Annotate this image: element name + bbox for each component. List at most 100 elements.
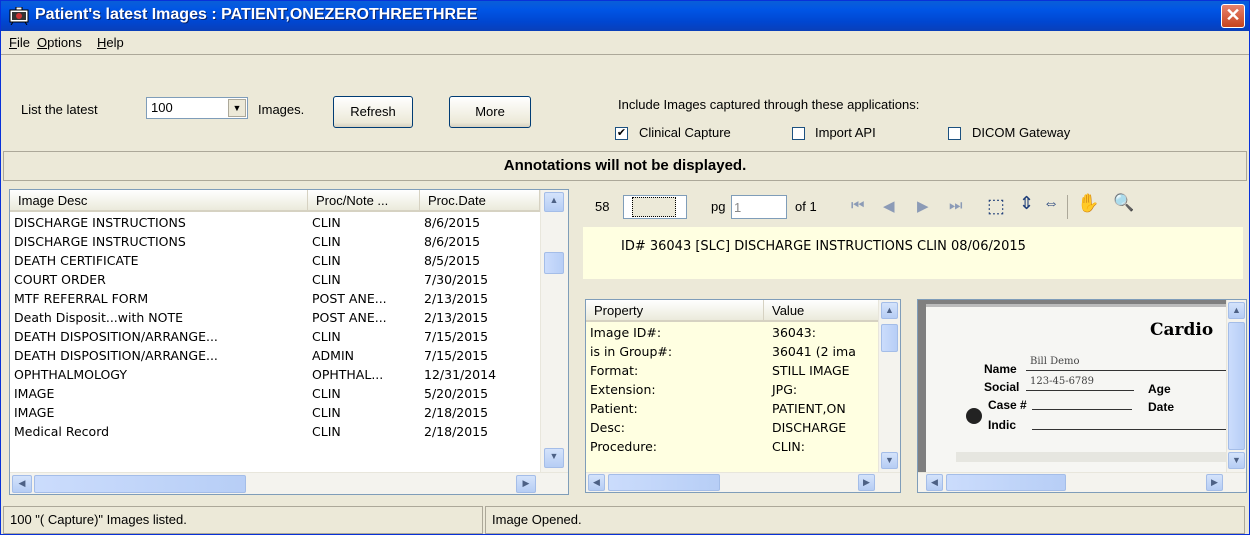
fit-width-icon[interactable]: ⇔ [1043, 195, 1059, 213]
scroll-thumb-horizontal[interactable] [608, 474, 720, 491]
scroll-left-icon[interactable]: ◀ [12, 475, 32, 493]
property-vertical-scrollbar[interactable]: ▲ ▼ [878, 300, 900, 472]
fit-height-icon[interactable]: ⇕ [1019, 193, 1034, 214]
fit-to-window-icon[interactable]: ⬚ [987, 195, 1005, 218]
image-count-dropdown[interactable]: 100 ▼ [146, 97, 248, 119]
previous-page-icon[interactable]: ◀ [883, 197, 895, 215]
table-row[interactable]: IMAGE CLIN 2/18/2015 [10, 404, 540, 423]
close-button[interactable]: ✕ [1221, 4, 1245, 28]
cell-proc-note: OPHTHAL... [312, 367, 384, 382]
column-header-proc-date[interactable]: Proc.Date [420, 190, 540, 212]
table-row[interactable]: DEATH DISPOSITION/ARRANGE... CLIN 7/15/201… [10, 328, 540, 347]
scroll-up-icon[interactable]: ▲ [544, 192, 564, 212]
window: Patient's latest Images : PATIENT,ONEZER… [0, 0, 1250, 535]
property-row[interactable]: Procedure: CLIN: [586, 438, 876, 457]
scroll-right-icon[interactable]: ▶ [858, 474, 875, 491]
property-row[interactable]: is in Group#: 36041 (2 ima [586, 343, 876, 362]
thumbnail-slider[interactable] [623, 195, 687, 219]
property-row[interactable]: Desc: DISCHARGE [586, 419, 876, 438]
last-page-icon[interactable]: ⏭ [949, 197, 963, 214]
clinical-capture-checkbox[interactable]: ✔ [615, 127, 628, 140]
page-input[interactable]: 1 [731, 195, 787, 219]
scroll-up-icon[interactable]: ▲ [1228, 302, 1245, 319]
image-preview[interactable]: Cardio Name Bill Demo Social 123-45-6789… [917, 299, 1247, 493]
viewer-toolbar: 58 pg 1 of 1 ⏮ ◀ ▶ ⏭ ⬚ ⇕ ⇔ ✋ 🔍 [583, 189, 1243, 227]
table-row[interactable]: IMAGE CLIN 5/20/2015 [10, 385, 540, 404]
preview-vertical-scrollbar[interactable]: ▲ ▼ [1226, 300, 1246, 472]
scroll-thumb[interactable] [1228, 322, 1245, 450]
first-page-icon[interactable]: ⏮ [851, 197, 865, 214]
column-header-value[interactable]: Value [764, 300, 882, 322]
table-row[interactable]: DISCHARGE INSTRUCTIONS CLIN 8/6/2015 [10, 214, 540, 233]
doc-social-label: Social [984, 380, 1020, 394]
next-page-icon[interactable]: ▶ [917, 197, 929, 215]
magnifier-icon[interactable]: 🔍 [1113, 193, 1134, 213]
toolbar-divider [1067, 195, 1068, 219]
scroll-down-icon[interactable]: ▼ [544, 448, 564, 468]
list-vertical-scrollbar[interactable]: ▲ ▼ [540, 190, 568, 472]
status-image-opened: Image Opened. [485, 506, 1245, 534]
property-horizontal-scrollbar[interactable]: ◀ ▶ [586, 472, 900, 492]
cell-property: Format: [590, 363, 639, 378]
dropdown-arrow-icon[interactable]: ▼ [228, 99, 246, 117]
menu-options[interactable]: Options [37, 35, 82, 50]
cell-image-desc: Medical Record [14, 424, 110, 439]
cell-proc-date: 2/18/2015 [424, 405, 489, 420]
preview-horizontal-scrollbar[interactable]: ◀ ▶ [918, 472, 1246, 492]
property-row[interactable]: Patient: PATIENT,ON [586, 400, 876, 419]
scroll-thumb[interactable] [544, 252, 564, 274]
table-row[interactable]: DISCHARGE INSTRUCTIONS CLIN 8/6/2015 [10, 233, 540, 252]
property-row[interactable]: Extension: JPG: [586, 381, 876, 400]
scroll-right-icon[interactable]: ▶ [1206, 474, 1223, 491]
import-api-checkbox[interactable] [792, 127, 805, 140]
menu-file[interactable]: File [9, 35, 30, 50]
cell-image-desc: OPHTHALMOLOGY [14, 367, 128, 382]
scroll-down-icon[interactable]: ▼ [1228, 452, 1245, 469]
scroll-up-icon[interactable]: ▲ [881, 302, 898, 319]
property-row[interactable]: Format: STILL IMAGE [586, 362, 876, 381]
window-title: Patient's latest Images : PATIENT,ONEZER… [35, 6, 478, 23]
title-bar[interactable]: Patient's latest Images : PATIENT,ONEZER… [1, 1, 1249, 31]
table-row[interactable]: DEATH CERTIFICATE CLIN 8/5/2015 [10, 252, 540, 271]
cell-value: STILL IMAGE [772, 363, 850, 378]
cell-property: is in Group#: [590, 344, 673, 359]
dicom-gateway-checkbox[interactable] [948, 127, 961, 140]
column-header-proc-note[interactable]: Proc/Note ... [308, 190, 420, 212]
table-row[interactable]: Medical Record CLIN 2/18/2015 [10, 423, 540, 442]
table-row[interactable]: Death Disposit...with NOTE POST ANE... 2/1… [10, 309, 540, 328]
status-images-listed: 100 "( Capture)" Images listed. [3, 506, 483, 534]
scroll-thumb[interactable] [881, 324, 898, 352]
image-info-text: ID# 36043 [SLC] DISCHARGE INSTRUCTIONS C… [621, 239, 1026, 254]
cell-proc-note: CLIN [312, 386, 341, 401]
list-horizontal-scrollbar[interactable]: ◀ ▶ [10, 472, 568, 494]
refresh-button[interactable]: Refresh [333, 96, 413, 128]
cell-value: DISCHARGE [772, 420, 847, 435]
menu-help[interactable]: Help [97, 35, 124, 50]
cell-image-desc: IMAGE [14, 386, 55, 401]
cell-property: Extension: [590, 382, 656, 397]
scroll-left-icon[interactable]: ◀ [926, 474, 943, 491]
image-info-panel: ID# 36043 [SLC] DISCHARGE INSTRUCTIONS C… [583, 227, 1243, 279]
table-row[interactable]: OPHTHALMOLOGY OPHTHAL... 12/31/2014 [10, 366, 540, 385]
table-row[interactable]: MTF REFERRAL FORM POST ANE... 2/13/2015 [10, 290, 540, 309]
image-list[interactable]: Image Desc Proc/Note ... Proc.Date DISCH… [9, 189, 569, 495]
cell-proc-note: CLIN [312, 405, 341, 420]
cell-image-desc: DEATH DISPOSITION/ARRANGE... [14, 348, 218, 363]
more-button[interactable]: More [449, 96, 531, 128]
cell-image-desc: Death Disposit...with NOTE [14, 310, 183, 325]
scroll-left-icon[interactable]: ◀ [588, 474, 605, 491]
property-grid[interactable]: Property Value Image ID#: 36043: is in Gr… [585, 299, 901, 493]
cell-proc-date: 8/5/2015 [424, 253, 481, 268]
scroll-thumb-horizontal[interactable] [34, 475, 246, 493]
table-row[interactable]: DEATH DISPOSITION/ARRANGE... ADMIN 7/15/20… [10, 347, 540, 366]
column-header-image-desc[interactable]: Image Desc [10, 190, 308, 212]
cell-value: PATIENT,ON [772, 401, 846, 416]
table-row[interactable]: COURT ORDER CLIN 7/30/2015 [10, 271, 540, 290]
column-header-property[interactable]: Property [586, 300, 764, 322]
scroll-thumb-horizontal[interactable] [946, 474, 1066, 491]
pan-hand-icon[interactable]: ✋ [1077, 193, 1099, 214]
scroll-down-icon[interactable]: ▼ [881, 452, 898, 469]
property-row[interactable]: Image ID#: 36043: [586, 324, 876, 343]
scroll-right-icon[interactable]: ▶ [516, 475, 536, 493]
doc-heading: Cardio [1150, 320, 1214, 340]
